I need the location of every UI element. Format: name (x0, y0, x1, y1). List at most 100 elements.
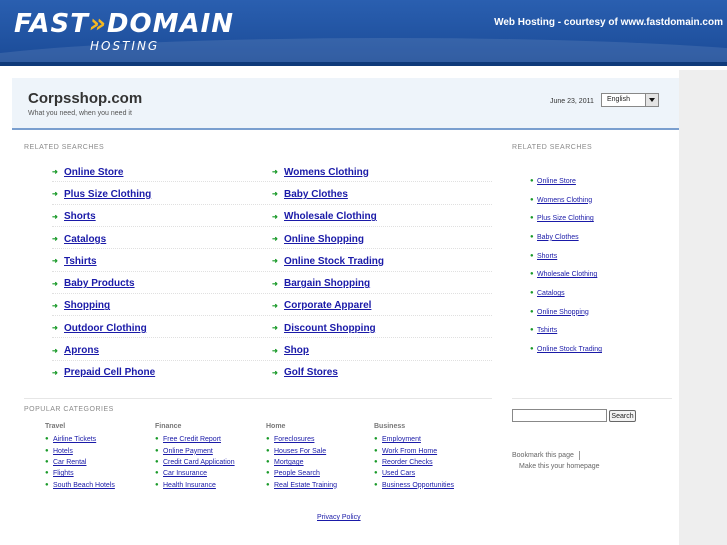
related-search-link[interactable]: Outdoor Clothing (64, 323, 147, 334)
category-link[interactable]: Used Cars (382, 470, 415, 477)
related-search-link[interactable]: Baby Products (64, 278, 135, 289)
category-item[interactable]: ● Airline Tickets (45, 434, 165, 445)
category-item[interactable]: ● Hotels (45, 445, 165, 456)
category-item[interactable]: ● Credit Card Application (155, 457, 275, 468)
related-search-link[interactable]: Shopping (64, 300, 110, 311)
category-link[interactable]: Health Insurance (163, 482, 216, 489)
side-related-item[interactable]: ● Shorts (530, 247, 670, 266)
category-link[interactable]: Flights (53, 470, 74, 477)
category-item[interactable]: ● Employment (374, 434, 494, 445)
side-related-item[interactable]: ● Online Shopping (530, 303, 670, 322)
related-search-item[interactable]: ➜ Shopping (52, 295, 272, 317)
side-related-item[interactable]: ● Womens Clothing (530, 191, 670, 210)
chevron-down-icon[interactable] (645, 94, 658, 106)
side-related-link[interactable]: Online Store (537, 178, 576, 185)
related-search-item[interactable]: ➜ Womens Clothing (272, 161, 492, 183)
related-search-link[interactable]: Shop (284, 345, 309, 356)
side-related-link[interactable]: Online Stock Trading (537, 346, 602, 353)
related-search-link[interactable]: Corporate Apparel (284, 300, 371, 311)
category-link[interactable]: Free Credit Report (163, 436, 221, 443)
related-search-item[interactable]: ➜ Discount Shopping (272, 317, 492, 339)
related-search-link[interactable]: Golf Stores (284, 367, 338, 378)
category-link[interactable]: Houses For Sale (274, 448, 326, 455)
category-link[interactable]: Work From Home (382, 448, 437, 455)
category-item[interactable]: ● Car Rental (45, 457, 165, 468)
side-related-item[interactable]: ● Catalogs (530, 284, 670, 303)
search-button[interactable]: Search (609, 410, 636, 422)
related-search-item[interactable]: ➜ Baby Clothes (272, 183, 492, 205)
category-link[interactable]: Business Opportunities (382, 482, 454, 489)
category-link[interactable]: Mortgage (274, 459, 304, 466)
related-search-item[interactable]: ➜ Bargain Shopping (272, 272, 492, 294)
category-item[interactable]: ● Business Opportunities (374, 480, 494, 491)
homepage-link[interactable]: Make this your homepage (519, 463, 600, 470)
side-related-link[interactable]: Wholesale Clothing (537, 271, 597, 278)
related-search-link[interactable]: Catalogs (64, 234, 106, 245)
category-item[interactable]: ● Car Insurance (155, 468, 275, 479)
related-search-item[interactable]: ➜ Corporate Apparel (272, 295, 492, 317)
category-item[interactable]: ● Used Cars (374, 468, 494, 479)
category-item[interactable]: ● Flights (45, 468, 165, 479)
search-input[interactable] (512, 409, 607, 422)
side-related-link[interactable]: Catalogs (537, 290, 565, 297)
fastdomain-logo[interactable]: FAST»DOMAIN HOSTING (14, 10, 234, 53)
related-search-item[interactable]: ➜ Plus Size Clothing (52, 183, 272, 205)
related-search-link[interactable]: Online Stock Trading (284, 256, 384, 267)
related-search-item[interactable]: ➜ Aprons (52, 339, 272, 361)
side-related-link[interactable]: Tshirts (537, 327, 557, 334)
side-related-link[interactable]: Plus Size Clothing (537, 215, 594, 222)
category-item[interactable]: ● Real Estate Training (266, 480, 386, 491)
side-related-item[interactable]: ● Baby Clothes (530, 228, 670, 247)
category-item[interactable]: ● Work From Home (374, 445, 494, 456)
category-item[interactable]: ● Free Credit Report (155, 434, 275, 445)
privacy-policy-link[interactable]: Privacy Policy (317, 514, 361, 521)
related-search-link[interactable]: Shorts (64, 211, 96, 222)
related-search-item[interactable]: ➜ Catalogs (52, 228, 272, 250)
side-related-item[interactable]: ● Online Store (530, 172, 670, 191)
related-search-item[interactable]: ➜ Outdoor Clothing (52, 317, 272, 339)
category-link[interactable]: Foreclosures (274, 436, 314, 443)
category-link[interactable]: Car Rental (53, 459, 86, 466)
side-related-link[interactable]: Shorts (537, 253, 557, 260)
category-link[interactable]: Hotels (53, 448, 73, 455)
side-related-link[interactable]: Womens Clothing (537, 197, 592, 204)
side-related-item[interactable]: ● Wholesale Clothing (530, 265, 670, 284)
related-search-item[interactable]: ➜ Wholesale Clothing (272, 206, 492, 228)
related-search-link[interactable]: Plus Size Clothing (64, 189, 151, 200)
side-related-item[interactable]: ● Plus Size Clothing (530, 209, 670, 228)
related-search-item[interactable]: ➜ Online Store (52, 161, 272, 183)
category-link[interactable]: Employment (382, 436, 421, 443)
category-item[interactable]: ● South Beach Hotels (45, 480, 165, 491)
category-link[interactable]: Online Payment (163, 448, 213, 455)
related-search-item[interactable]: ➜ Prepaid Cell Phone (52, 362, 272, 384)
category-link[interactable]: South Beach Hotels (53, 482, 115, 489)
related-search-item[interactable]: ➜ Shorts (52, 206, 272, 228)
category-item[interactable]: ● Health Insurance (155, 480, 275, 491)
language-select[interactable]: English (601, 93, 659, 107)
related-search-item[interactable]: ➜ Baby Products (52, 272, 272, 294)
related-search-item[interactable]: ➜ Online Shopping (272, 228, 492, 250)
category-link[interactable]: People Search (274, 470, 320, 477)
category-link[interactable]: Airline Tickets (53, 436, 96, 443)
related-search-link[interactable]: Baby Clothes (284, 189, 348, 200)
related-search-link[interactable]: Discount Shopping (284, 323, 376, 334)
related-search-link[interactable]: Aprons (64, 345, 99, 356)
category-item[interactable]: ● Houses For Sale (266, 445, 386, 456)
related-search-item[interactable]: ➜ Golf Stores (272, 362, 492, 384)
related-search-link[interactable]: Prepaid Cell Phone (64, 367, 155, 378)
related-search-item[interactable]: ➜ Shop (272, 339, 492, 361)
side-related-link[interactable]: Baby Clothes (537, 234, 579, 241)
bookmark-link[interactable]: Bookmark this page (512, 452, 574, 459)
category-item[interactable]: ● Foreclosures (266, 434, 386, 445)
category-link[interactable]: Credit Card Application (163, 459, 235, 466)
related-search-item[interactable]: ➜ Tshirts (52, 250, 272, 272)
category-link[interactable]: Real Estate Training (274, 482, 337, 489)
side-related-item[interactable]: ● Online Stock Trading (530, 340, 670, 359)
side-related-item[interactable]: ● Tshirts (530, 322, 670, 341)
category-item[interactable]: ● Online Payment (155, 445, 275, 456)
category-item[interactable]: ● Reorder Checks (374, 457, 494, 468)
related-search-link[interactable]: Bargain Shopping (284, 278, 370, 289)
category-item[interactable]: ● People Search (266, 468, 386, 479)
side-related-link[interactable]: Online Shopping (537, 309, 589, 316)
category-item[interactable]: ● Mortgage (266, 457, 386, 468)
